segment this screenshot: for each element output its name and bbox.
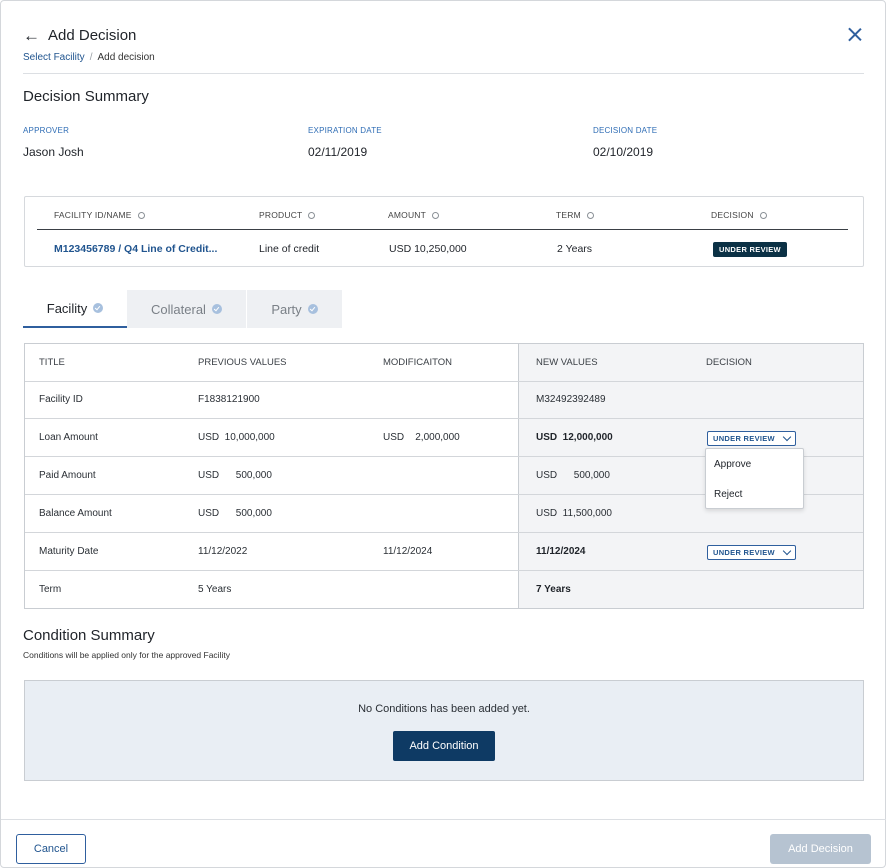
column-header-decision: DECISION [706, 357, 752, 368]
row-previous: 11/12/2022 [198, 546, 248, 557]
breadcrumb-select-facility[interactable]: Select Facility [23, 52, 85, 63]
facility-summary-table: FACILITY ID/NAME PRODUCT AMOUNT TERM DEC… [24, 196, 864, 267]
chevron-down-icon [782, 546, 792, 556]
status-badge: UNDER REVIEW [713, 242, 787, 257]
tab-facility[interactable]: Facility [23, 290, 127, 328]
decision-dropdown-menu: Approve Reject [705, 448, 804, 509]
sort-icon[interactable] [759, 212, 767, 219]
column-header-label: TERM [556, 210, 581, 220]
row-title: Balance Amount [39, 508, 112, 519]
row-new: 11/12/2024 [536, 546, 586, 557]
decision-date-label: DECISION DATE [593, 126, 658, 135]
add-condition-button[interactable]: Add Condition [393, 731, 495, 761]
check-circle-icon [307, 304, 318, 314]
row-modification: USD 2,000,000 [383, 432, 460, 443]
decision-summary-title: Decision Summary [23, 88, 149, 105]
row-title: Loan Amount [39, 432, 98, 443]
dialog-header: ← Add Decision [23, 27, 136, 44]
column-header-previous: PREVIOUS VALUES [198, 357, 287, 368]
column-header-title: TITLE [39, 357, 65, 368]
expiration-date-value: 02/11/2019 [308, 145, 368, 159]
check-circle-icon [211, 304, 222, 314]
row-title: Maturity Date [39, 546, 99, 557]
condition-summary-title: Condition Summary [23, 627, 155, 644]
dialog: ← Add Decision Select Facility / Add dec… [0, 0, 886, 868]
row-modification: 11/12/2024 [383, 546, 433, 557]
table-header-row: FACILITY ID/NAME PRODUCT AMOUNT TERM DEC… [37, 197, 848, 230]
row-new: USD 500,000 [536, 470, 610, 481]
tab-label: Collateral [151, 301, 206, 317]
table-row: Term 5 Years 7 Years [25, 571, 863, 609]
tab-label: Party [271, 301, 302, 317]
add-decision-button[interactable]: Add Decision [770, 834, 871, 864]
check-circle-icon [93, 303, 104, 313]
sort-icon[interactable] [308, 212, 316, 219]
decision-date-value: 02/10/2019 [593, 145, 654, 159]
column-header-label: PRODUCT [259, 210, 303, 220]
column-header-amount[interactable]: AMOUNT [388, 210, 440, 220]
approver-label: APPROVER [23, 126, 70, 135]
column-header-product[interactable]: PRODUCT [259, 210, 316, 220]
page-title: Add Decision [48, 27, 137, 44]
column-header-label: FACILITY ID/NAME [54, 210, 132, 220]
product-value: Line of credit [259, 243, 320, 255]
header-divider [23, 73, 864, 74]
approver-field: APPROVER Jason Josh [23, 126, 84, 159]
sort-icon[interactable] [432, 212, 440, 219]
column-header-decision[interactable]: DECISION [711, 210, 767, 220]
breadcrumb-current: Add decision [97, 52, 155, 63]
dropdown-option-reject[interactable]: Reject [714, 489, 742, 500]
breadcrumb: Select Facility / Add decision [23, 52, 155, 63]
row-title: Term [39, 584, 62, 595]
tab-bar: Facility Collateral Party [23, 290, 342, 328]
empty-message: No Conditions has been added yet. [358, 703, 530, 715]
tab-collateral[interactable]: Collateral [127, 290, 246, 328]
sort-icon[interactable] [586, 212, 594, 219]
row-previous: USD 500,000 [198, 508, 272, 519]
tab-party[interactable]: Party [247, 290, 342, 328]
expiration-date-label: EXPIRATION DATE [308, 126, 382, 135]
row-previous: USD 500,000 [198, 470, 272, 481]
column-header-facility[interactable]: FACILITY ID/NAME [54, 210, 145, 220]
decision-select-value: UNDER REVIEW [713, 434, 775, 443]
decision-date-field: DECISION DATE 02/10/2019 [593, 126, 657, 159]
row-previous: 5 Years [198, 584, 232, 595]
decision-select-value: UNDER REVIEW [713, 548, 775, 557]
chevron-down-icon [782, 432, 792, 442]
row-previous: F1838121900 [198, 394, 260, 405]
cancel-button[interactable]: Cancel [16, 834, 86, 864]
column-header-new: NEW VALUES [536, 357, 598, 368]
approver-value: Jason Josh [23, 145, 84, 159]
facility-link[interactable]: M123456789 / Q4 Line of Credit... [54, 243, 217, 255]
table-header-row: TITLE PREVIOUS VALUES MODIFICAITON NEW V… [25, 344, 863, 382]
column-header-term[interactable]: TERM [556, 210, 594, 220]
term-value: 2 Years [557, 243, 593, 255]
sort-icon[interactable] [137, 212, 145, 219]
conditions-empty-state: No Conditions has been added yet. Add Co… [24, 680, 864, 781]
condition-summary-subtitle: Conditions will be applied only for the … [23, 650, 230, 660]
dropdown-option-approve[interactable]: Approve [714, 459, 751, 470]
table-row: Facility ID F1838121900 M32492392489 [25, 381, 863, 419]
row-new: USD 11,500,000 [536, 508, 612, 519]
column-header-label: DECISION [711, 210, 754, 220]
row-new: USD 12,000,000 [536, 432, 613, 443]
close-icon[interactable] [847, 26, 863, 42]
row-new: M32492392489 [536, 394, 606, 405]
expiration-date-field: EXPIRATION DATE 02/11/2019 [308, 126, 382, 159]
table-row: Maturity Date 11/12/2022 11/12/2024 11/1… [25, 533, 863, 571]
row-title: Facility ID [39, 394, 83, 405]
row-previous: USD 10,000,000 [198, 432, 275, 443]
amount-value: USD 10,250,000 [389, 243, 467, 255]
row-title: Paid Amount [39, 470, 96, 481]
row-new: 7 Years [536, 584, 571, 595]
decision-select[interactable]: UNDER REVIEW [707, 545, 796, 560]
decision-select[interactable]: UNDER REVIEW [707, 431, 796, 446]
footer-divider [1, 819, 886, 820]
back-arrow-icon[interactable]: ← [23, 27, 40, 44]
column-header-modification: MODIFICAITON [383, 357, 452, 368]
column-header-label: AMOUNT [388, 210, 427, 220]
tab-label: Facility [46, 300, 88, 316]
breadcrumb-separator: / [89, 52, 93, 63]
